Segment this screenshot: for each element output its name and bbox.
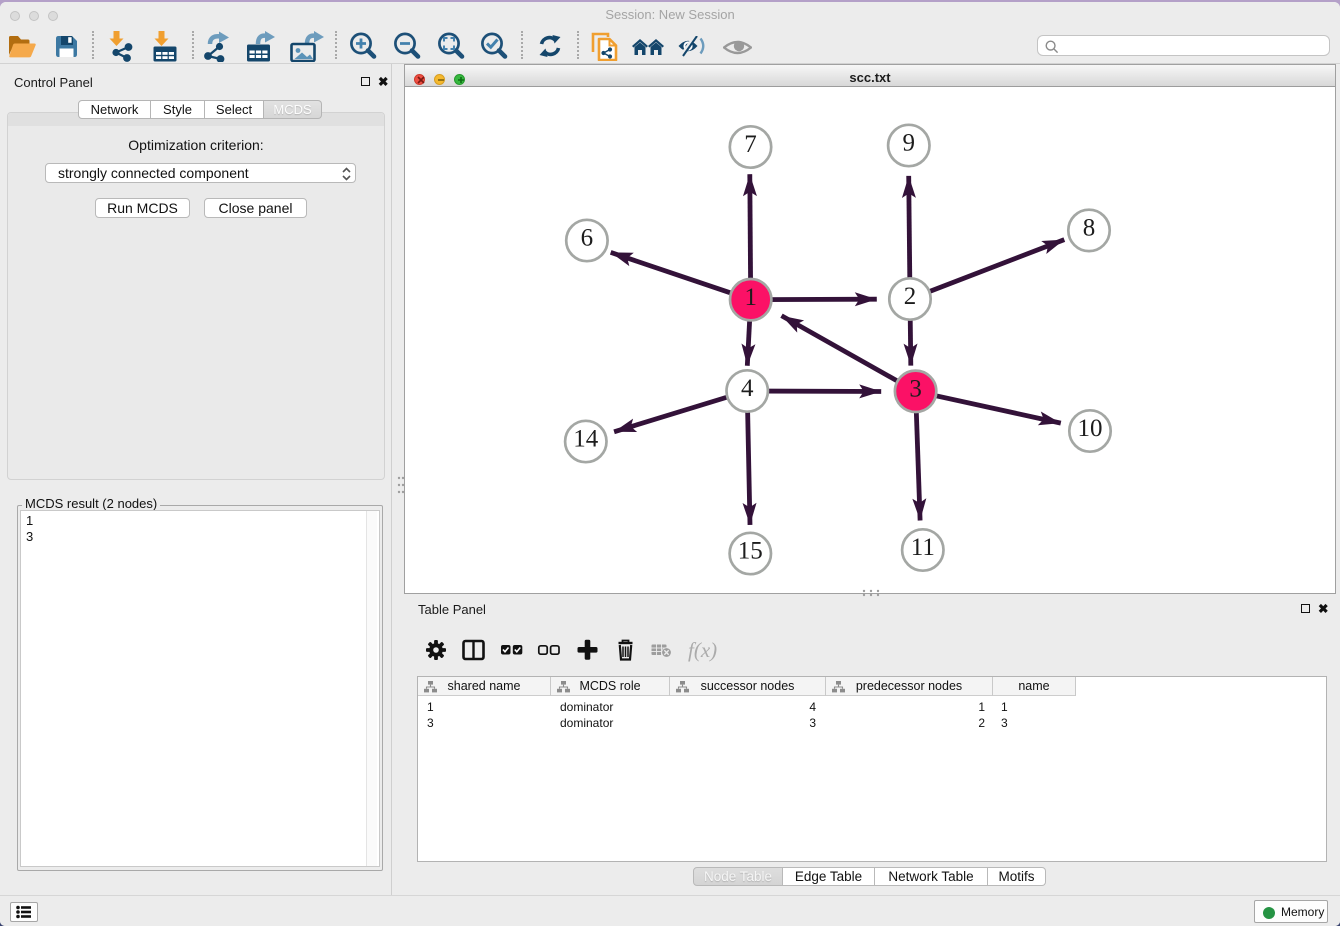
svg-text:1: 1 <box>744 284 757 311</box>
svg-text:15: 15 <box>738 538 763 565</box>
svg-text:14: 14 <box>573 426 599 453</box>
svg-text:3: 3 <box>909 376 922 403</box>
svg-text:8: 8 <box>1083 215 1096 242</box>
svg-text:2: 2 <box>904 283 917 310</box>
svg-text:7: 7 <box>744 131 757 158</box>
svg-text:11: 11 <box>911 534 935 561</box>
svg-text:10: 10 <box>1078 415 1103 442</box>
svg-text:9: 9 <box>903 130 916 157</box>
svg-text:6: 6 <box>581 225 594 252</box>
svg-text:4: 4 <box>741 375 754 402</box>
svg-text:f(x): f(x) <box>688 638 717 662</box>
